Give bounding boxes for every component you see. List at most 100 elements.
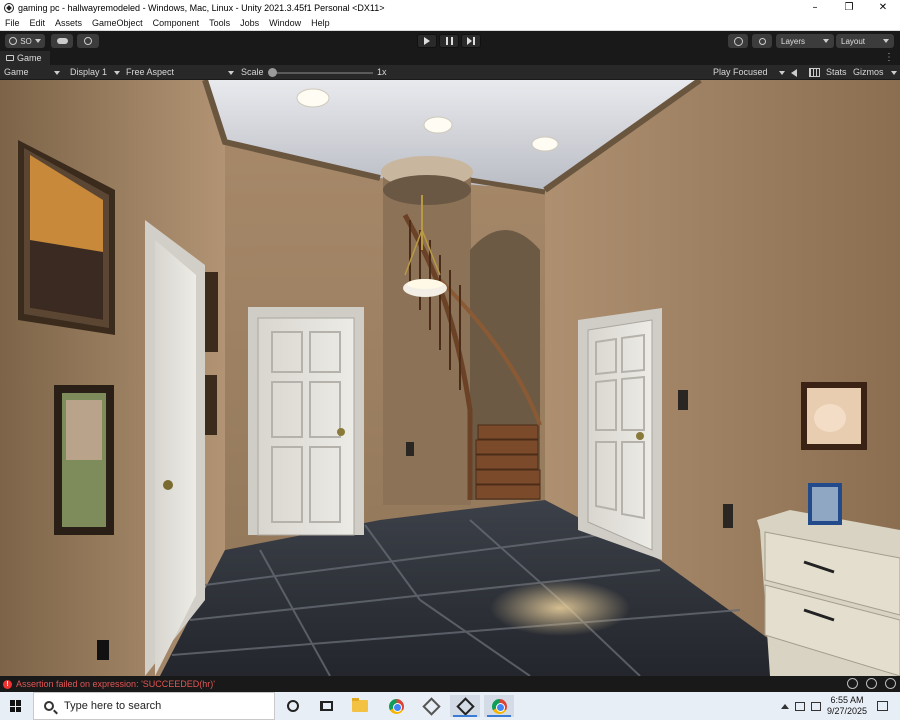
menu-edit[interactable]: Edit xyxy=(25,16,51,30)
scale-value: 1x xyxy=(377,67,387,77)
gizmo-toggle-button[interactable] xyxy=(809,65,820,80)
show-hidden-icons-icon[interactable] xyxy=(780,703,789,709)
stats-button[interactable]: Stats xyxy=(826,65,847,80)
chevron-down-icon xyxy=(54,70,60,75)
cloud-button[interactable] xyxy=(51,34,73,48)
menu-assets[interactable]: Assets xyxy=(50,16,87,30)
display-label: Display 1 xyxy=(70,67,108,77)
aspect-label: Free Aspect xyxy=(126,67,175,77)
taskbar-search-box[interactable]: Type here to search xyxy=(33,692,275,720)
pause-button[interactable] xyxy=(439,34,459,48)
folder-icon xyxy=(352,698,368,712)
restore-button[interactable]: ❐ xyxy=(832,0,866,16)
network-icon[interactable] xyxy=(794,701,805,711)
step-button[interactable] xyxy=(461,34,481,48)
unity-logo-icon xyxy=(4,3,14,13)
clock-date: 9/27/2025 xyxy=(826,706,867,716)
chevron-down-icon xyxy=(34,39,41,43)
scale-slider-track xyxy=(268,72,373,74)
game-view-icon xyxy=(6,55,14,61)
game-view-toolbar: Game Display 1 Free Aspect Scale 1x Play… xyxy=(0,65,900,80)
scale-slider-handle[interactable] xyxy=(268,68,277,77)
play-button[interactable] xyxy=(417,34,437,48)
chevron-down-icon xyxy=(114,70,120,75)
panel-menu-icon[interactable]: ⋮ xyxy=(884,52,894,63)
windows-start-icon[interactable] xyxy=(10,700,22,712)
layers-label: Layers xyxy=(781,36,806,46)
play-mode-dropdown[interactable]: Play Focused xyxy=(713,65,787,80)
collab-button[interactable] xyxy=(77,34,99,48)
chevron-down-icon xyxy=(891,70,897,75)
task-view-button[interactable] xyxy=(311,695,341,717)
taskbar-unity-editor[interactable] xyxy=(450,695,480,717)
grid-icon xyxy=(809,68,820,77)
taskbar-chrome[interactable] xyxy=(381,695,411,717)
gizmos-dropdown[interactable]: Gizmos xyxy=(853,65,897,80)
menu-jobs[interactable]: Jobs xyxy=(235,16,264,30)
collab-icon xyxy=(84,37,92,45)
history-icon xyxy=(733,36,743,46)
scale-label: Scale xyxy=(241,67,264,77)
panel-tab-bar: Game ⋮ xyxy=(0,51,900,65)
menu-file[interactable]: File xyxy=(0,16,25,30)
undo-history-button[interactable] xyxy=(728,34,748,48)
chevron-down-icon xyxy=(823,39,829,43)
task-view-icon xyxy=(319,701,333,711)
layers-dropdown[interactable]: Layers xyxy=(776,34,834,48)
menu-bar: File Edit Assets GameObject Component To… xyxy=(0,16,900,31)
speaker-icon xyxy=(791,68,797,77)
layout-dropdown[interactable]: Layout xyxy=(836,34,894,48)
menu-help[interactable]: Help xyxy=(306,16,335,30)
aspect-dropdown[interactable]: Free Aspect xyxy=(126,65,236,80)
pause-icon xyxy=(445,37,453,45)
display-dropdown[interactable]: Display 1 xyxy=(70,65,120,80)
game-viewport[interactable] xyxy=(0,80,900,676)
search-icon xyxy=(44,701,54,711)
cloud-icon xyxy=(56,38,68,44)
cortana-button[interactable] xyxy=(278,695,308,717)
search-button[interactable] xyxy=(752,34,772,48)
cortana-icon xyxy=(287,700,299,712)
unity-hub-icon xyxy=(421,696,441,716)
account-label: SO xyxy=(20,36,32,46)
unity-editor-icon xyxy=(455,696,475,716)
system-tray: 6:55 AM 9/27/2025 xyxy=(775,692,900,720)
editor-toolbar: SO Layers Layout xyxy=(0,31,900,51)
windows-taskbar: Type here to search 6:55 AM 9/27/2025 xyxy=(0,692,900,720)
menu-component[interactable]: Component xyxy=(148,16,205,30)
account-dropdown[interactable]: SO xyxy=(5,34,45,48)
console-status-bar[interactable]: ! Assertion failed on expression: 'SUCCE… xyxy=(0,676,900,692)
window-title-bar: gaming pc - hallwayremodeled - Windows, … xyxy=(0,0,900,16)
account-icon xyxy=(9,37,18,45)
step-icon xyxy=(467,37,475,45)
bug-icon[interactable] xyxy=(847,678,858,689)
taskbar-clock[interactable]: 6:55 AM 9/27/2025 xyxy=(827,695,867,717)
error-icon: ! xyxy=(3,679,12,689)
taskbar-file-explorer[interactable] xyxy=(345,695,375,717)
taskbar-chrome-2[interactable] xyxy=(484,695,514,717)
menu-tools[interactable]: Tools xyxy=(204,16,235,30)
taskbar-unity-hub[interactable] xyxy=(416,695,446,717)
mute-audio-button[interactable] xyxy=(791,65,797,80)
layout-label: Layout xyxy=(841,36,866,46)
notifications-icon[interactable] xyxy=(877,701,888,711)
speaker-icon[interactable] xyxy=(810,701,821,711)
scale-slider[interactable] xyxy=(268,65,373,80)
gizmos-label: Gizmos xyxy=(853,67,884,77)
taskbar-search-placeholder: Type here to search xyxy=(64,700,162,712)
chrome-icon xyxy=(491,698,507,714)
clock-time: 6:55 AM xyxy=(830,695,864,705)
view-type-label: Game xyxy=(4,67,29,77)
menu-gameobject[interactable]: GameObject xyxy=(87,16,148,30)
view-type-dropdown[interactable]: Game xyxy=(4,65,62,80)
tab-game[interactable]: Game xyxy=(0,51,50,65)
window-controls: – ❐ ✕ xyxy=(798,0,900,16)
close-button[interactable]: ✕ xyxy=(866,0,900,16)
progress-icon[interactable] xyxy=(885,678,896,689)
network-icon[interactable] xyxy=(866,678,877,689)
minimize-button[interactable]: – xyxy=(798,0,832,16)
status-message[interactable]: Assertion failed on expression: 'SUCCEED… xyxy=(16,679,215,689)
menu-window[interactable]: Window xyxy=(264,16,306,30)
chrome-icon xyxy=(388,698,404,714)
play-mode-label: Play Focused xyxy=(713,67,768,77)
